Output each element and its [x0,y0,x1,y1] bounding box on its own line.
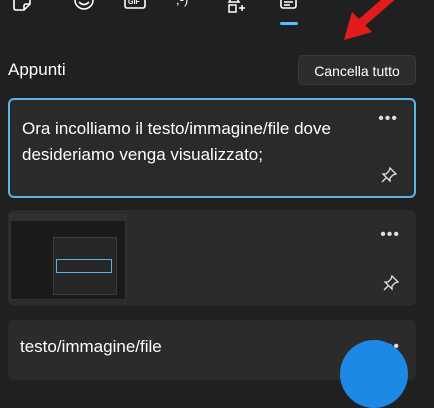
clipboard-item[interactable]: Ora incolliamo il testo/immagine/file do… [8,98,416,198]
clipboard-item-text: Ora incolliamo il testo/immagine/file do… [22,119,331,164]
clipboard-item-image[interactable]: ••• [8,210,416,306]
clipboard-item-text: testo/immagine/file [20,337,162,356]
section-title: Appunti [8,60,66,79]
pin-icon[interactable] [380,166,398,184]
sticker-icon[interactable] [10,0,36,16]
symbols-icon[interactable] [226,0,252,16]
svg-text:;-): ;-) [176,0,188,7]
gif-icon[interactable]: GIF [124,0,150,16]
more-options-icon[interactable]: ••• [378,110,398,128]
active-tab-indicator [280,22,298,25]
kaomoji-icon[interactable]: ;-) [176,0,202,16]
svg-text:GIF: GIF [128,0,140,6]
clear-all-button[interactable]: Cancella tutto [298,55,416,85]
red-arrow-annotation [330,0,400,50]
more-options-icon[interactable]: ••• [380,226,400,244]
emoji-icon[interactable] [72,0,98,16]
screenshot-thumbnail [10,214,126,300]
pin-icon[interactable] [382,274,400,292]
clipboard-icon[interactable] [278,0,304,16]
avatar-overlay [340,340,408,408]
